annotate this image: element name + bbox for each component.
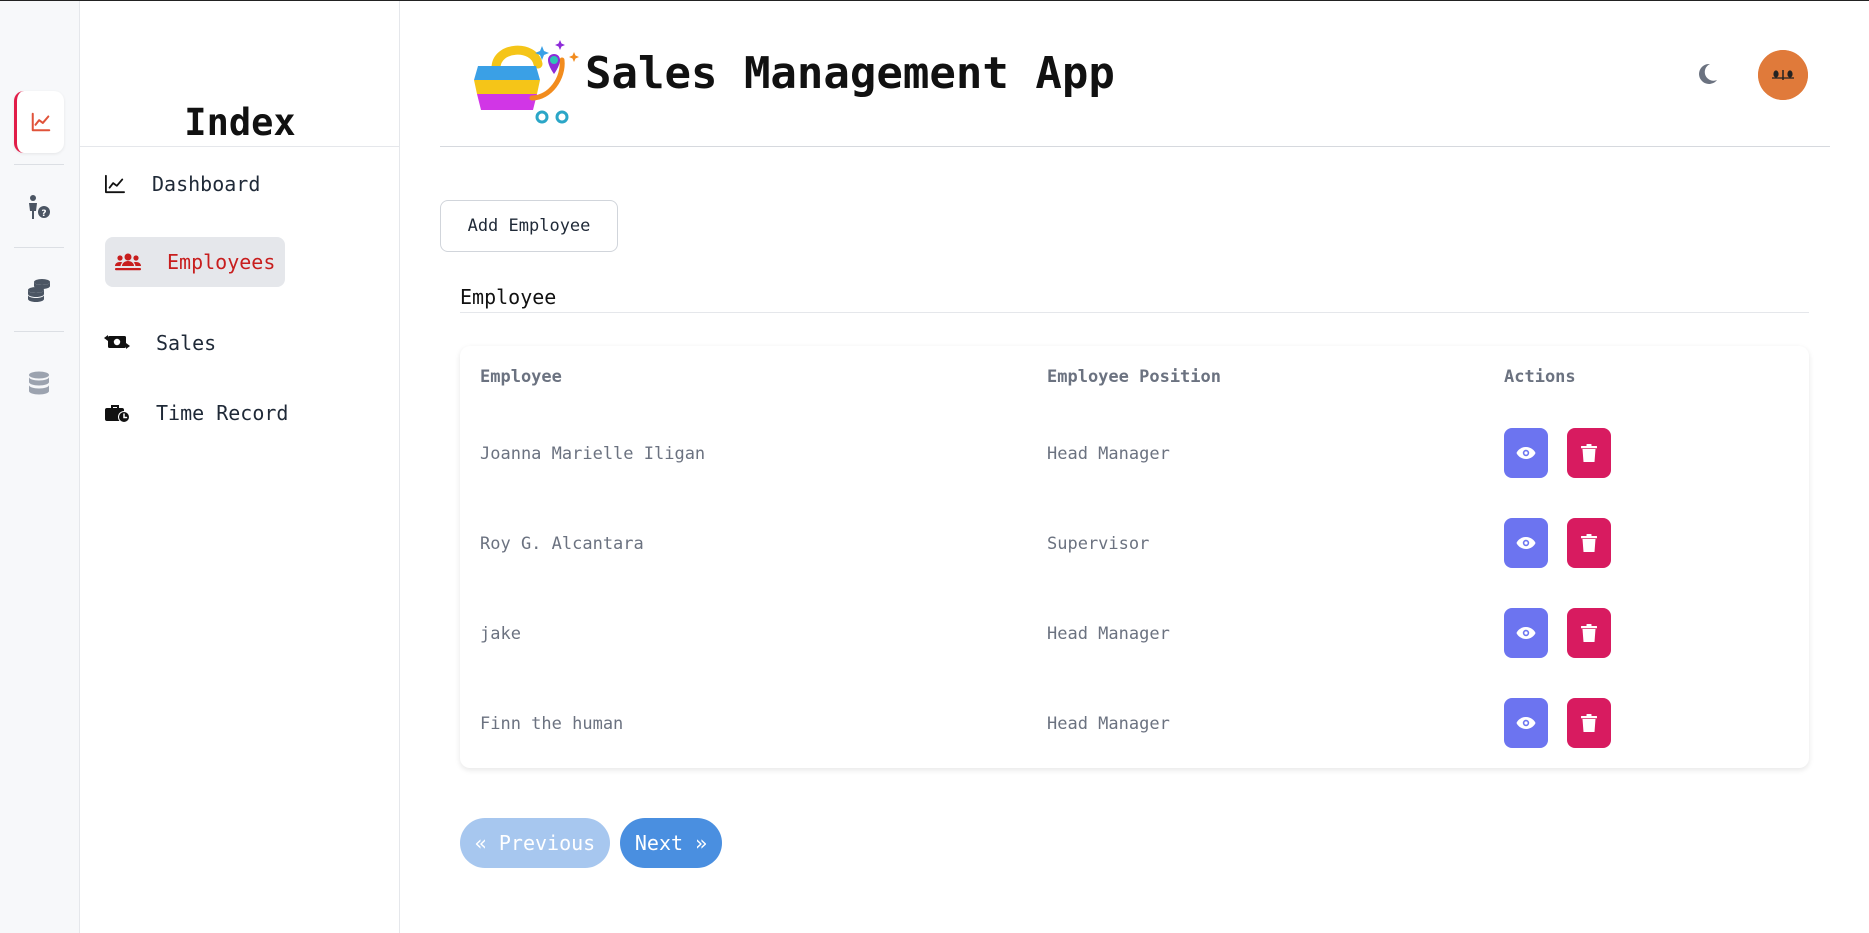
- eye-icon: [1516, 717, 1536, 729]
- sidebar-item-time-record[interactable]: Time Record: [104, 396, 288, 430]
- employee-name: Roy G. Alcantara: [480, 534, 644, 554]
- table-row: jake Head Manager: [460, 588, 1809, 678]
- table-row: Roy G. Alcantara Supervisor: [460, 498, 1809, 588]
- main-content: Sales Management App Add Employee Employ…: [400, 0, 1869, 933]
- sidebar-item-employees[interactable]: Employees: [105, 237, 285, 287]
- column-header-actions: Actions: [1504, 367, 1576, 387]
- sidebar-title: Index: [184, 101, 296, 144]
- sidebar-item-label: Employees: [167, 250, 276, 274]
- rail-divider: [14, 331, 64, 332]
- sidebar-item-sales[interactable]: Sales: [104, 326, 216, 360]
- rail-dashboard-button[interactable]: [14, 91, 64, 153]
- column-header-position: Employee Position: [1047, 367, 1221, 387]
- trash-icon: [1581, 444, 1597, 462]
- section-divider: [460, 312, 1809, 313]
- table-row: Joanna Marielle Iligan Head Manager: [460, 408, 1809, 498]
- app-title: Sales Management App: [585, 48, 1115, 99]
- sidebar-item-label: Sales: [156, 331, 217, 355]
- rail-sales-button[interactable]: [14, 259, 64, 321]
- add-employee-button[interactable]: Add Employee: [440, 200, 618, 252]
- trash-icon: [1581, 624, 1597, 642]
- eye-icon: [1516, 447, 1536, 459]
- previous-page-button[interactable]: « Previous: [460, 818, 610, 868]
- sidebar-item-label: Time Record: [156, 401, 289, 425]
- employee-name: Finn the human: [480, 714, 624, 734]
- avatar[interactable]: [1758, 50, 1808, 100]
- app-logo: [472, 38, 582, 124]
- view-button[interactable]: [1504, 518, 1548, 568]
- person-question-icon: ?: [29, 195, 50, 219]
- moon-icon: [1699, 63, 1717, 84]
- rail-divider: [14, 164, 64, 165]
- sidebar-item-label: Dashboard: [152, 172, 261, 196]
- delete-button[interactable]: [1567, 428, 1611, 478]
- rail-database-button[interactable]: [14, 353, 64, 415]
- dark-mode-toggle[interactable]: [1695, 62, 1719, 90]
- view-button[interactable]: [1504, 428, 1548, 478]
- employee-position: Supervisor: [1047, 534, 1150, 554]
- rail-employees-button[interactable]: ?: [14, 176, 64, 238]
- sidebar-item-dashboard[interactable]: Dashboard: [104, 167, 260, 201]
- users-icon: [115, 252, 167, 272]
- chart-line-icon: [31, 112, 50, 132]
- trash-icon: [1581, 534, 1597, 552]
- briefcase-clock-icon: [104, 402, 156, 424]
- header-divider: [440, 146, 1830, 147]
- employee-name: Joanna Marielle Iligan: [480, 444, 706, 464]
- coins-icon: [28, 279, 50, 302]
- icon-rail: ?: [0, 1, 80, 933]
- column-header-employee: Employee: [480, 367, 562, 387]
- sidebar-divider: [80, 146, 400, 147]
- eye-icon: [1516, 537, 1536, 549]
- section-title: Employee: [460, 285, 557, 309]
- eye-icon: [1516, 627, 1536, 639]
- table-row: Finn the human Head Manager: [460, 678, 1809, 768]
- employee-position: Head Manager: [1047, 714, 1170, 734]
- chart-line-icon: [104, 174, 152, 194]
- employee-name: jake: [480, 624, 521, 644]
- view-button[interactable]: [1504, 698, 1548, 748]
- trash-icon: [1581, 714, 1597, 732]
- employee-table: Employee Employee Position Actions Joann…: [460, 346, 1809, 768]
- index-sidebar: Index Dashboard Employees Sales Time Rec…: [80, 1, 400, 933]
- svg-text:?: ?: [41, 209, 46, 219]
- employee-position: Head Manager: [1047, 624, 1170, 644]
- employee-position: Head Manager: [1047, 444, 1170, 464]
- view-button[interactable]: [1504, 608, 1548, 658]
- delete-button[interactable]: [1567, 518, 1611, 568]
- delete-button[interactable]: [1567, 608, 1611, 658]
- rail-divider: [14, 247, 64, 248]
- delete-button[interactable]: [1567, 698, 1611, 748]
- database-icon: [29, 371, 49, 395]
- money-exchange-icon: [104, 332, 156, 354]
- next-page-button[interactable]: Next »: [620, 818, 722, 868]
